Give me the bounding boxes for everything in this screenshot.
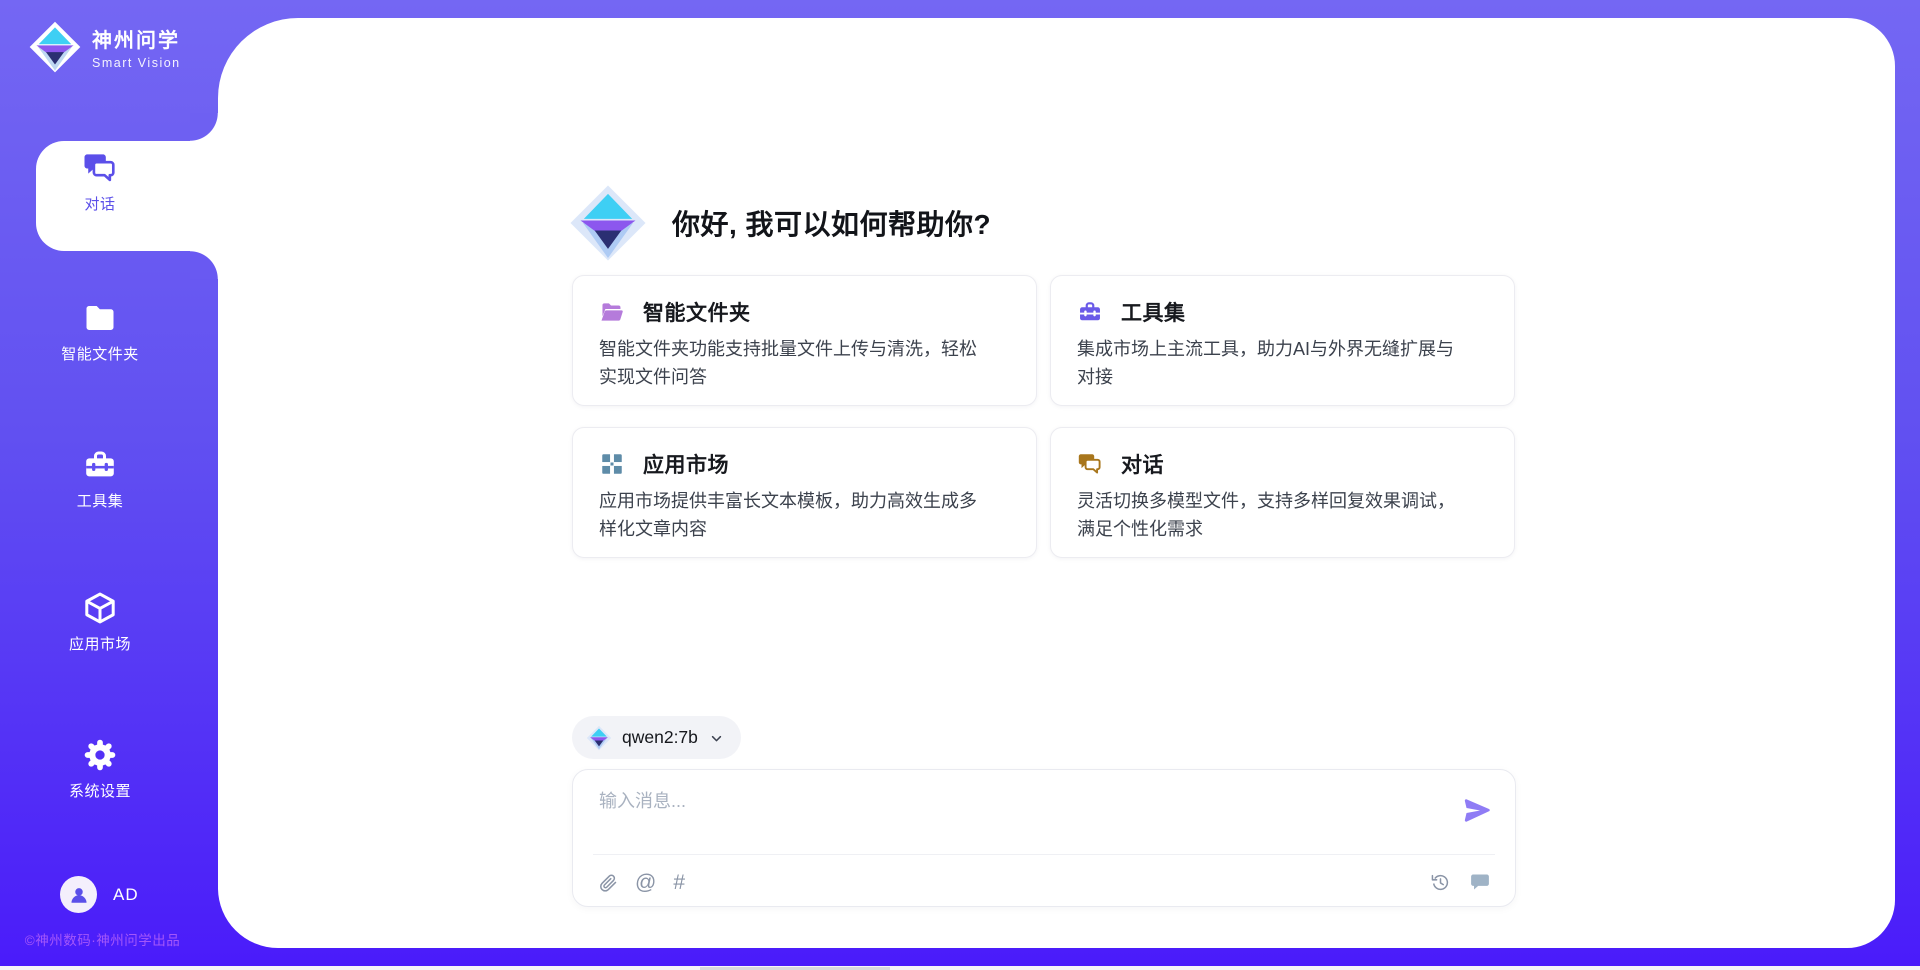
sidebar-item-toolset[interactable]: 工具集 bbox=[36, 447, 164, 511]
folder-open-icon bbox=[599, 299, 625, 325]
gear-icon bbox=[82, 737, 118, 773]
chat-duo-icon bbox=[82, 150, 118, 186]
hash-button[interactable]: # bbox=[673, 873, 685, 893]
greeting-diamond-icon bbox=[568, 183, 648, 263]
pixel-grid-icon bbox=[599, 451, 625, 477]
sidebar-item-label: 对话 bbox=[84, 193, 115, 214]
brand-diamond-icon bbox=[28, 20, 82, 74]
feature-cards: 智能文件夹 智能文件夹功能支持批量文件上传与清洗，轻松实现文件问答 bbox=[572, 275, 1515, 558]
main-panel: 你好, 我可以如何帮助你? 智能文件夹 智能文件夹功能支持批量文件上传与清洗，轻… bbox=[218, 18, 1895, 948]
user-initials: AD bbox=[113, 885, 139, 905]
composer: @ # bbox=[572, 769, 1516, 907]
card-smart-folder[interactable]: 智能文件夹 智能文件夹功能支持批量文件上传与清洗，轻松实现文件问答 bbox=[572, 275, 1037, 406]
card-description: 集成市场上主流工具，助力AI与外界无缝扩展与对接 bbox=[1077, 335, 1469, 391]
composer-tools-right bbox=[1430, 871, 1491, 893]
sidebar-item-app-market[interactable]: 应用市场 bbox=[36, 590, 164, 654]
send-button[interactable] bbox=[1462, 795, 1493, 826]
window-edge bbox=[0, 966, 1920, 970]
folder-icon bbox=[82, 300, 118, 336]
card-title: 应用市场 bbox=[643, 449, 729, 479]
card-title: 工具集 bbox=[1121, 297, 1186, 327]
card-header: 应用市场 bbox=[599, 449, 1010, 479]
model-name: qwen2:7b bbox=[622, 727, 698, 748]
brand-name: 神州问学 bbox=[92, 24, 181, 53]
card-description: 智能文件夹功能支持批量文件上传与清洗，轻松实现文件问答 bbox=[599, 335, 991, 391]
message-input[interactable] bbox=[599, 787, 1449, 843]
attach-button[interactable] bbox=[598, 873, 618, 893]
greeting: 你好, 我可以如何帮助你? bbox=[568, 168, 991, 278]
app-window: 神州问学 Smart Vision 对话 bbox=[0, 0, 1920, 970]
card-description: 灵活切换多模型文件，支持多样回复效果调试，满足个性化需求 bbox=[1077, 487, 1469, 543]
card-title: 智能文件夹 bbox=[643, 297, 751, 327]
sidebar-item-smart-folder[interactable]: 智能文件夹 bbox=[36, 300, 164, 364]
brand-subtitle: Smart Vision bbox=[92, 56, 181, 70]
chat-duo-icon bbox=[1077, 451, 1103, 477]
card-chat[interactable]: 对话 灵活切换多模型文件，支持多样回复效果调试，满足个性化需求 bbox=[1050, 427, 1515, 558]
card-toolset[interactable]: 工具集 集成市场上主流工具，助力AI与外界无缝扩展与对接 bbox=[1050, 275, 1515, 406]
brand: 神州问学 Smart Vision bbox=[28, 20, 181, 74]
sidebar: 神州问学 Smart Vision 对话 bbox=[0, 0, 218, 970]
mention-button[interactable]: @ bbox=[635, 873, 656, 893]
sidebar-item-label: 工具集 bbox=[77, 490, 124, 511]
paperclip-icon bbox=[598, 873, 618, 893]
card-title: 对话 bbox=[1121, 449, 1164, 479]
history-icon bbox=[1430, 872, 1451, 893]
cube-icon bbox=[82, 590, 118, 626]
model-selector[interactable]: qwen2:7b bbox=[572, 716, 741, 759]
sidebar-item-label: 应用市场 bbox=[69, 633, 131, 654]
model-diamond-icon bbox=[586, 725, 612, 751]
send-icon bbox=[1462, 795, 1493, 826]
sidebar-item-settings[interactable]: 系统设置 bbox=[36, 737, 164, 801]
greeting-title: 你好, 我可以如何帮助你? bbox=[672, 203, 991, 243]
composer-tools-left: @ # bbox=[598, 873, 685, 893]
user-chip[interactable]: AD bbox=[60, 876, 139, 913]
sidebar-item-label: 智能文件夹 bbox=[61, 343, 139, 364]
card-description: 应用市场提供丰富长文本模板，助力高效生成多样化文章内容 bbox=[599, 487, 991, 543]
toolbox-icon bbox=[1077, 299, 1103, 325]
card-header: 智能文件夹 bbox=[599, 297, 1010, 327]
toolbox-icon bbox=[82, 447, 118, 483]
history-button[interactable] bbox=[1430, 872, 1451, 893]
brand-text: 神州问学 Smart Vision bbox=[92, 24, 181, 70]
chevron-down-icon bbox=[708, 728, 725, 747]
chat-bubble-icon bbox=[1469, 871, 1491, 893]
sidebar-item-chat[interactable]: 对话 bbox=[36, 150, 164, 214]
active-tab-fillet-bottom bbox=[190, 251, 218, 279]
feedback-button[interactable] bbox=[1469, 871, 1491, 893]
composer-divider bbox=[593, 854, 1495, 855]
person-icon bbox=[68, 884, 90, 906]
avatar bbox=[60, 876, 97, 913]
sidebar-item-label: 系统设置 bbox=[69, 780, 131, 801]
card-app-market[interactable]: 应用市场 应用市场提供丰富长文本模板，助力高效生成多样化文章内容 bbox=[572, 427, 1037, 558]
active-tab-fillet-top bbox=[190, 113, 218, 141]
copyright-text: ©神州数码·神州问学出品 bbox=[0, 929, 205, 949]
card-header: 对话 bbox=[1077, 449, 1488, 479]
card-header: 工具集 bbox=[1077, 297, 1488, 327]
